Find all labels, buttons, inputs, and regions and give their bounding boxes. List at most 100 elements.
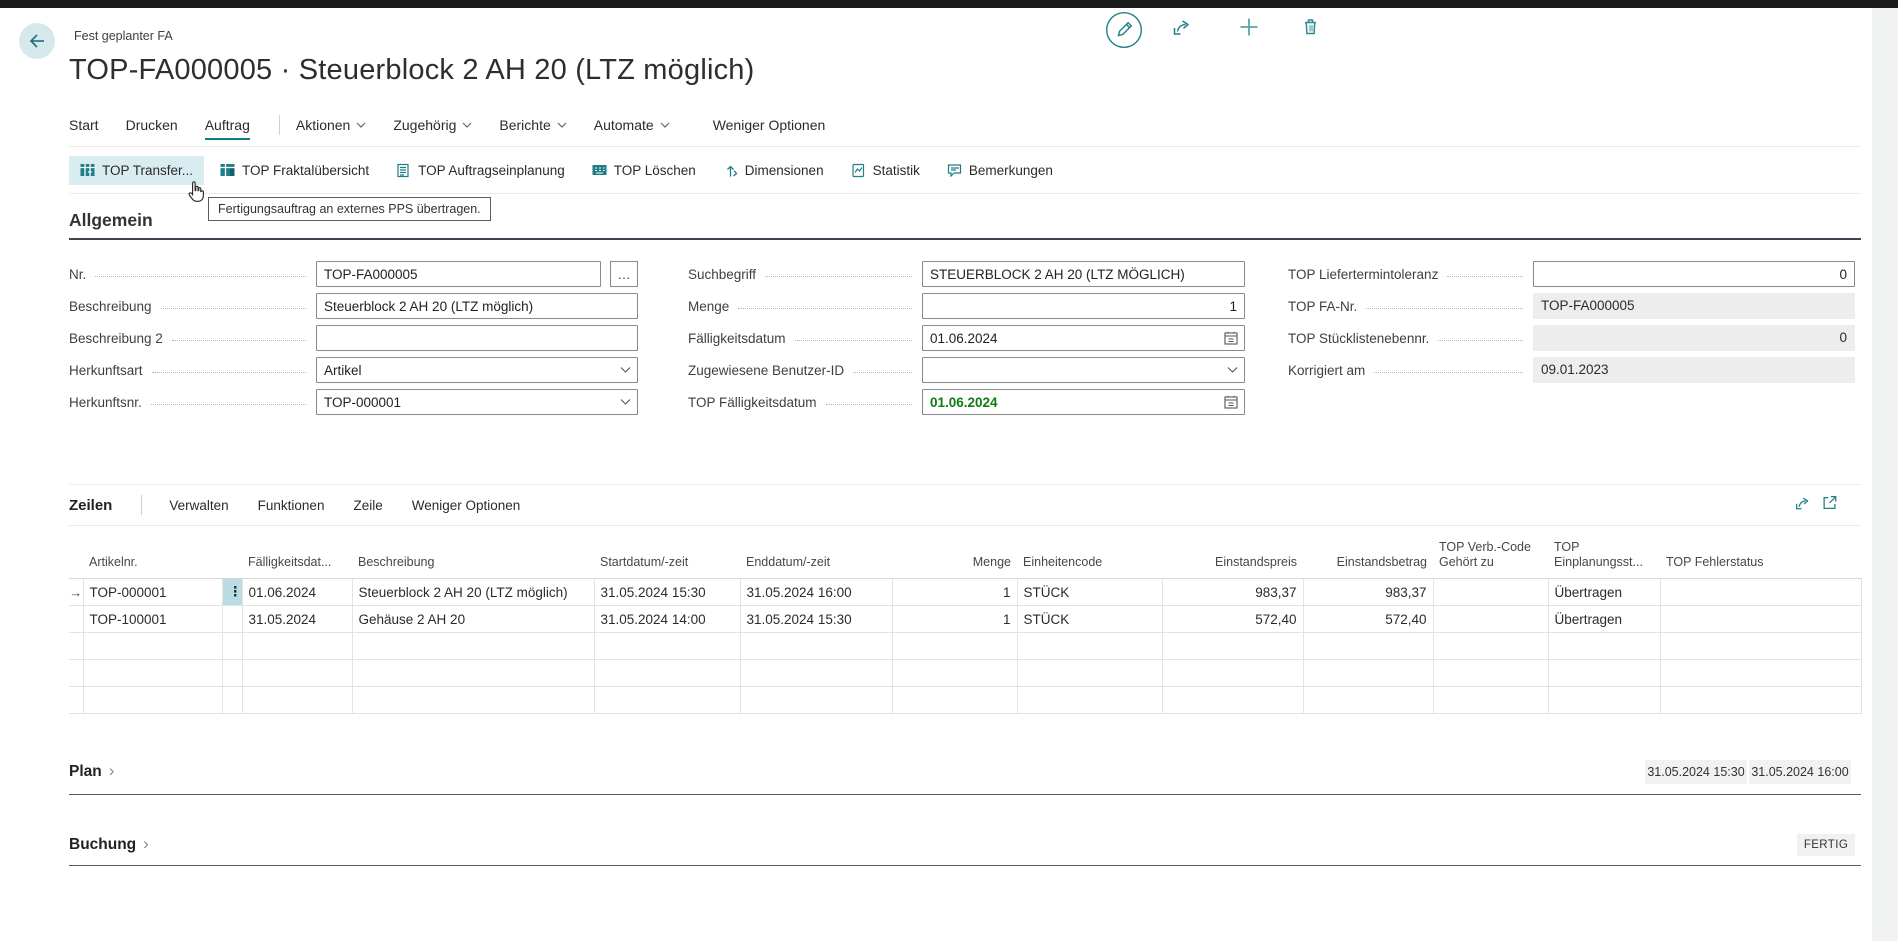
cell-menge[interactable]: 1 <box>892 579 1017 606</box>
top-fraktaluebersicht-button[interactable]: TOP Fraktalübersicht <box>209 156 380 185</box>
plan-section-header: Plan › 31.05.2024 15:30 31.05.2024 16:00 <box>69 758 1861 786</box>
cell-einheitencode[interactable]: STÜCK <box>1017 606 1162 633</box>
cell-einheitencode[interactable]: STÜCK <box>1017 579 1162 606</box>
top-transfer-button[interactable]: TOP Transfer... <box>69 156 204 185</box>
suchbegriff-input[interactable] <box>922 261 1245 287</box>
empty-row[interactable] <box>69 687 1861 714</box>
field-menge: Menge <box>688 290 1245 322</box>
scrollbar-track[interactable] <box>1872 8 1898 941</box>
col-top-verb-code[interactable]: TOP Verb.-Code Gehört zu <box>1433 526 1548 579</box>
cell-einplanungsstatus[interactable]: Übertragen <box>1548 579 1660 606</box>
cell-startdatum[interactable]: 31.05.2024 14:00 <box>594 606 740 633</box>
cell-fehlerstatus[interactable] <box>1660 606 1861 633</box>
col-artikelnr[interactable]: Artikelnr. <box>83 526 222 579</box>
col-beschreibung[interactable]: Beschreibung <box>352 526 594 579</box>
nr-input[interactable] <box>316 261 601 287</box>
share-lines-button[interactable] <box>1793 494 1811 517</box>
col-enddatum[interactable]: Enddatum/-zeit <box>740 526 892 579</box>
cell-faelligkeitsdatum[interactable]: 31.05.2024 <box>242 606 352 633</box>
top-auftragseinplanung-button[interactable]: TOP Auftragseinplanung <box>385 156 576 185</box>
field-korrigiert-am: Korrigiert am 09.01.2023 <box>1288 354 1855 386</box>
lines-menu-funktionen[interactable]: Funktionen <box>258 498 325 513</box>
cell-einstandsbetrag[interactable]: 572,40 <box>1303 606 1433 633</box>
col-faelligkeitsdatum[interactable]: Fälligkeitsdat... <box>242 526 352 579</box>
right-arrow-icon: → <box>69 585 82 600</box>
benutzer-id-select[interactable] <box>922 357 1245 383</box>
menu-auftrag[interactable]: Auftrag <box>205 112 250 140</box>
beschreibung-input[interactable] <box>316 293 638 319</box>
field-label: Herkunftsart <box>69 363 143 378</box>
liefertermintoleranz-input[interactable] <box>1533 261 1855 287</box>
field-label: TOP Fälligkeitsdatum <box>688 395 817 410</box>
field-label: Suchbegriff <box>688 267 756 282</box>
col-menge[interactable]: Menge <box>892 526 1017 579</box>
empty-row[interactable] <box>69 633 1861 660</box>
cell-artikelnr[interactable]: TOP-000001 <box>83 579 222 606</box>
posting-heading[interactable]: Buchung <box>69 836 136 854</box>
dimensionen-button[interactable]: Dimensionen <box>712 156 835 185</box>
open-in-new-icon <box>1821 494 1838 511</box>
menge-input[interactable] <box>922 293 1245 319</box>
menu-drucken[interactable]: Drucken <box>126 112 178 138</box>
cell-einstandspreis[interactable]: 572,40 <box>1162 606 1303 633</box>
cell-enddatum[interactable]: 31.05.2024 16:00 <box>740 579 892 606</box>
cell-artikelnr[interactable]: TOP-100001 <box>83 606 222 633</box>
lines-menu-weniger-optionen[interactable]: Weniger Optionen <box>412 498 521 513</box>
cell-faelligkeitsdatum[interactable]: 01.06.2024 <box>242 579 352 606</box>
menu-berichte[interactable]: Berichte <box>499 112 566 138</box>
cell-einstandsbetrag[interactable]: 983,37 <box>1303 579 1433 606</box>
dotted-leader <box>795 339 912 341</box>
col-top-fehlerstatus[interactable]: TOP Fehlerstatus <box>1660 526 1861 579</box>
expand-chevron-icon[interactable]: › <box>109 761 115 781</box>
herkunftsnr-select[interactable] <box>316 389 638 415</box>
herkunftsart-select[interactable] <box>316 357 638 383</box>
delete-button[interactable] <box>1300 16 1321 37</box>
lines-menu-verwalten[interactable]: Verwalten <box>169 498 228 513</box>
menu-automate[interactable]: Automate <box>594 112 670 138</box>
menu-aktionen[interactable]: Aktionen <box>296 112 366 138</box>
dotted-leader <box>1374 371 1523 373</box>
col-einstandsbetrag[interactable]: Einstandsbetrag <box>1303 526 1433 579</box>
top-loeschen-button[interactable]: TOP Löschen <box>581 156 707 185</box>
cell-beschreibung[interactable]: Gehäuse 2 AH 20 <box>352 606 594 633</box>
beschreibung2-input[interactable] <box>316 325 638 351</box>
share-button[interactable] <box>1170 16 1192 38</box>
posting-status-badge: FERTIG <box>1797 834 1855 856</box>
section-divider <box>69 794 1861 795</box>
top-faelligkeitsdatum-input[interactable] <box>922 389 1245 415</box>
faelligkeitsdatum-input[interactable] <box>922 325 1245 351</box>
field-label: TOP Liefertermintoleranz <box>1288 267 1438 282</box>
col-einstandspreis[interactable]: Einstandspreis <box>1162 526 1303 579</box>
cell-fehlerstatus[interactable] <box>1660 579 1861 606</box>
cell-enddatum[interactable]: 31.05.2024 15:30 <box>740 606 892 633</box>
expand-chevron-icon[interactable]: › <box>143 834 149 854</box>
row-options-cell[interactable] <box>222 606 242 633</box>
tooltip: Fertigungsauftrag an externes PPS übertr… <box>208 197 491 221</box>
add-button[interactable] <box>1238 16 1260 38</box>
col-startdatum[interactable]: Startdatum/-zeit <box>594 526 740 579</box>
statistik-button[interactable]: Statistik <box>840 156 931 185</box>
cell-verb-code[interactable] <box>1433 606 1548 633</box>
assist-edit-button[interactable]: … <box>610 261 638 287</box>
lines-menu-zeile[interactable]: Zeile <box>353 498 382 513</box>
back-button[interactable] <box>19 23 55 59</box>
bemerkungen-button[interactable]: Bemerkungen <box>936 156 1064 185</box>
cell-verb-code[interactable] <box>1433 579 1548 606</box>
menu-zugehoerig[interactable]: Zugehörig <box>393 112 472 138</box>
cell-einplanungsstatus[interactable]: Übertragen <box>1548 606 1660 633</box>
dotted-leader <box>738 307 912 309</box>
edit-button[interactable] <box>1105 11 1143 49</box>
row-options-button[interactable]: ⋮ <box>222 579 242 606</box>
cell-menge[interactable]: 1 <box>892 606 1017 633</box>
cell-einstandspreis[interactable]: 983,37 <box>1162 579 1303 606</box>
plan-heading[interactable]: Plan <box>69 763 102 781</box>
cell-startdatum[interactable]: 31.05.2024 15:30 <box>594 579 740 606</box>
col-einheitencode[interactable]: Einheitencode <box>1017 526 1162 579</box>
menu-start[interactable]: Start <box>69 112 99 138</box>
cell-beschreibung[interactable]: Steuerblock 2 AH 20 (LTZ möglich) <box>352 579 594 606</box>
col-top-einplanungsstatus[interactable]: TOP Einplanungsst... <box>1548 526 1660 579</box>
field-label: TOP FA-Nr. <box>1288 299 1357 314</box>
empty-row[interactable] <box>69 660 1861 687</box>
menu-weniger-optionen[interactable]: Weniger Optionen <box>713 112 826 138</box>
expand-lines-button[interactable] <box>1821 494 1838 517</box>
